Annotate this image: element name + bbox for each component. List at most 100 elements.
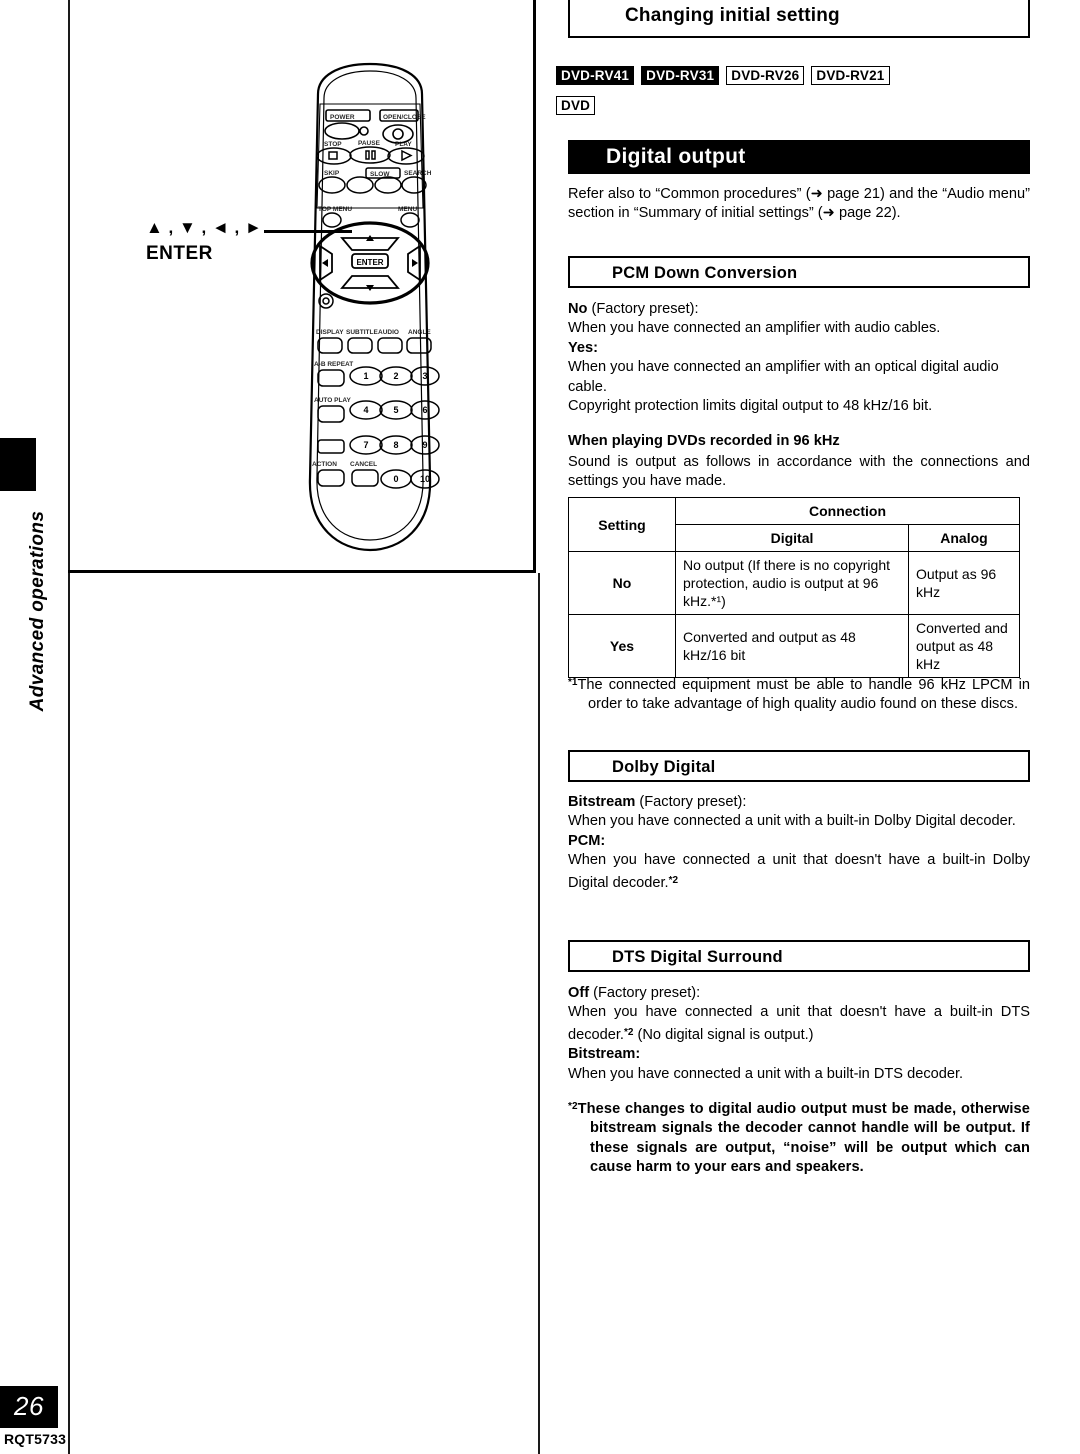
svg-text:DISPLAY: DISPLAY xyxy=(316,329,344,336)
dts-option-off-label: Off xyxy=(568,985,590,1001)
svg-text:OPEN/CLOSE: OPEN/CLOSE xyxy=(383,114,426,121)
callout-leader-line xyxy=(264,230,352,233)
dts-option-off-desc-tail: (No digital signal is output.) xyxy=(637,1026,814,1043)
svg-text:9: 9 xyxy=(422,440,427,450)
svg-text:AUTO PLAY: AUTO PLAY xyxy=(314,397,352,404)
table-row: Yes Converted and output as 48 kHz/16 bi… xyxy=(568,614,1020,678)
table-row: No No output (If there is no copyright p… xyxy=(568,551,1020,615)
svg-text:3: 3 xyxy=(422,371,427,381)
svg-text:SLOW: SLOW xyxy=(370,171,390,178)
disc-badge-rv41: DVD-RV41 xyxy=(556,66,635,85)
dts-option-off-note: (Factory preset): xyxy=(593,985,701,1001)
svg-text:4: 4 xyxy=(363,405,368,415)
svg-text:ANGLE: ANGLE xyxy=(408,329,431,336)
disc-badge-row-1: DVD-RV41 DVD-RV31 DVD-RV26 DVD-RV21 xyxy=(556,66,890,85)
svg-text:SKIP: SKIP xyxy=(324,170,340,177)
table-cell-digital-yes: Converted and output as 48 kHz/16 bit xyxy=(675,614,909,678)
table-cell-setting-no: No xyxy=(568,551,676,615)
subsection-title-pcm: PCM Down Conversion xyxy=(612,264,798,282)
dpad-callout-arrows: ▲ , ▼ , ◄ , ► xyxy=(146,218,263,237)
page-number: 26 xyxy=(14,1391,44,1421)
svg-text:8: 8 xyxy=(393,440,398,450)
pcm-96khz-description: Sound is output as follows in accordance… xyxy=(568,454,1030,490)
svg-text:AUDIO: AUDIO xyxy=(378,329,399,336)
dolby-pcm-footnote-marker: *2 xyxy=(668,874,679,886)
chapter-header-box: Changing initial setting xyxy=(568,0,1030,38)
svg-text:5: 5 xyxy=(393,405,398,415)
dolby-option-bitstream-label: Bitstream xyxy=(568,794,636,810)
page-title: Changing initial setting xyxy=(625,5,840,26)
svg-text:STOP: STOP xyxy=(324,141,342,148)
dts-option-bitstream-desc: When you have connected a unit with a bu… xyxy=(568,1065,964,1082)
table-header-connection: Connection xyxy=(675,497,1020,525)
dpad-callout-enter: ENTER xyxy=(146,243,213,264)
footnote-2: *2These changes to digital audio output … xyxy=(568,1097,1030,1178)
section-banner: Digital output xyxy=(568,140,1030,174)
svg-text:10: 10 xyxy=(420,474,430,484)
table-cell-analog-no: Output as 96 kHz xyxy=(908,551,1020,615)
section-banner-title: Digital output xyxy=(606,145,746,168)
disc-badge-rv31: DVD-RV31 xyxy=(641,66,720,85)
pcm-option-yes-label: Yes: xyxy=(568,339,599,356)
footnote-2-text: These changes to digital audio output mu… xyxy=(577,1101,1030,1176)
subsection-box-dts: DTS Digital Surround xyxy=(568,940,1030,972)
pcm-options-text: No (Factory preset): When you have conne… xyxy=(568,300,1030,416)
dts-option-bitstream-label: Bitstream: xyxy=(568,1046,641,1063)
dolby-option-pcm-desc: When you have connected a unit that does… xyxy=(568,852,1030,891)
dpad-callout: ▲ , ▼ , ◄ , ► ENTER xyxy=(146,215,262,267)
subsection-title-dolby: Dolby Digital xyxy=(612,758,716,776)
subsection-box-pcm: PCM Down Conversion xyxy=(568,256,1030,288)
dolby-option-bitstream-desc: When you have connected a unit with a bu… xyxy=(568,813,1016,830)
remote-control-illustration: ENTER 1 2 3 4 5 6 7 8 9 0 10 POWER OPEN/… xyxy=(308,62,440,552)
subsection-title-dts: DTS Digital Surround xyxy=(612,948,783,966)
svg-text:ENTER: ENTER xyxy=(356,258,383,267)
table-cell-analog-yes: Converted and output as 48 kHz xyxy=(908,614,1020,678)
dts-off-footnote-marker: *2 xyxy=(624,1026,634,1038)
svg-text:A-B REPEAT: A-B REPEAT xyxy=(314,361,353,368)
manual-page: Advanced operations ENTER 1 2 3 4 5 6 7 … xyxy=(0,0,1080,1454)
dolby-option-bitstream-note: (Factory preset): xyxy=(639,794,747,810)
svg-text:CANCEL: CANCEL xyxy=(350,461,377,468)
pcm-option-no-note: (Factory preset): xyxy=(591,301,699,317)
svg-text:ACTION: ACTION xyxy=(312,461,337,468)
pcm-copyright-note: Copyright protection limits digital outp… xyxy=(568,398,933,415)
disc-badge-rv26: DVD-RV26 xyxy=(726,66,805,85)
section-intro-text: Refer also to “Common procedures” (➜ pag… xyxy=(568,186,1030,222)
svg-text:1: 1 xyxy=(363,371,368,381)
svg-text:TOP MENU: TOP MENU xyxy=(318,206,352,213)
pcm-option-no-label: No xyxy=(568,301,588,317)
connection-output-table: Setting Connection Digital Analog No No … xyxy=(568,497,1020,678)
svg-text:POWER: POWER xyxy=(330,114,355,121)
svg-text:2: 2 xyxy=(393,371,398,381)
dolby-options-text: Bitstream (Factory preset): When you hav… xyxy=(568,793,1030,893)
dts-options-text: Off (Factory preset): When you have conn… xyxy=(568,984,1030,1084)
svg-text:7: 7 xyxy=(363,440,368,450)
disc-badge-dvd: DVD xyxy=(556,96,596,115)
table-header-row-1: Setting Connection xyxy=(568,497,1020,552)
footnote-1: *1The connected equipment must be able t… xyxy=(568,673,1030,715)
document-code: RQT5733 xyxy=(4,1431,67,1447)
disc-badge-rv21: DVD-RV21 xyxy=(811,66,890,85)
table-cell-setting-yes: Yes xyxy=(568,614,676,678)
footnote-1-text: The connected equipment must be able to … xyxy=(577,677,1030,713)
remote-illustration-panel: ENTER 1 2 3 4 5 6 7 8 9 0 10 POWER OPEN/… xyxy=(68,0,536,573)
table-header-digital: Digital xyxy=(675,524,909,552)
table-header-setting: Setting xyxy=(568,497,676,552)
pcm-96khz-subheading: When playing DVDs recorded in 96 kHz xyxy=(568,433,840,449)
svg-text:PLAY: PLAY xyxy=(395,141,412,148)
dolby-option-pcm-label: PCM: xyxy=(568,832,606,849)
svg-text:SUBTITLE: SUBTITLE xyxy=(346,329,378,336)
pcm-option-yes-desc: When you have connected an amplifier wit… xyxy=(568,359,999,395)
footnote-2-marker: *2 xyxy=(568,1101,578,1112)
svg-text:6: 6 xyxy=(422,405,427,415)
pcm-option-no-desc: When you have connected an amplifier wit… xyxy=(568,320,941,337)
svg-text:PAUSE: PAUSE xyxy=(358,140,381,147)
table-header-analog: Analog xyxy=(908,524,1020,552)
svg-text:0: 0 xyxy=(393,474,398,484)
table-cell-digital-no: No output (If there is no copyright prot… xyxy=(675,551,909,615)
disc-badge-row-2: DVD xyxy=(556,96,596,115)
svg-text:SEARCH: SEARCH xyxy=(404,170,432,177)
section-label-vertical: Advanced operations xyxy=(27,510,48,712)
svg-text:MENU: MENU xyxy=(398,206,417,213)
subsection-box-dolby: Dolby Digital xyxy=(568,750,1030,782)
